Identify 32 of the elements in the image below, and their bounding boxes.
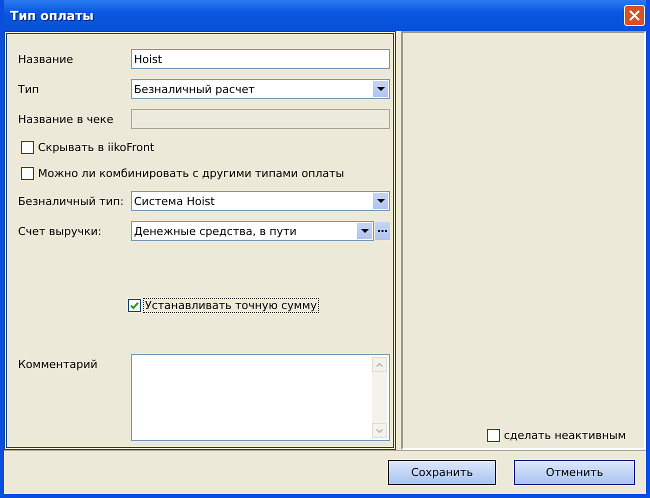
window-title: Тип оплаты [10,8,94,23]
checkbox-label: Устанавливать точную сумму [143,298,319,313]
checkbox-label: Скрывать в iikoFront [37,140,156,154]
field-label: Счет выручки: [18,224,103,238]
field-label: Комментарий [18,357,99,371]
dropdown-button[interactable] [373,193,388,209]
dropdown[interactable]: Система Hoist [131,191,390,211]
dropdown-button[interactable] [373,81,388,97]
scrollbar[interactable] [372,357,387,438]
checkbox-label: Можно ли комбинировать с другими типами оплаты [37,166,346,180]
checkbox[interactable] [21,140,34,154]
caret-icon [376,87,384,91]
dropdown[interactable]: Безналичный расчет [131,79,390,99]
text-field[interactable]: Hoist [131,49,390,69]
close-icon [629,10,640,21]
caret-icon [360,229,368,233]
dropdown-button[interactable] [357,223,372,239]
checkbox[interactable] [128,299,141,312]
checkbox[interactable] [21,166,34,180]
checkbox-label: сделать неактивным [502,428,627,443]
dropdown[interactable]: Денежные средства, в пути [131,221,374,241]
cancel-button[interactable]: Отменить [514,460,635,485]
field-label: Тип [18,82,40,96]
field-label: Безналичный тип: [18,194,125,208]
field-label: Название [18,52,74,66]
checkbox[interactable] [486,429,500,442]
field-label: Название в чеке [18,112,114,126]
close-button[interactable] [624,5,645,26]
save-button[interactable]: Сохранить [388,460,496,485]
comment-field[interactable] [131,354,390,441]
caret-icon [376,199,384,203]
browse-button[interactable] [375,222,390,240]
